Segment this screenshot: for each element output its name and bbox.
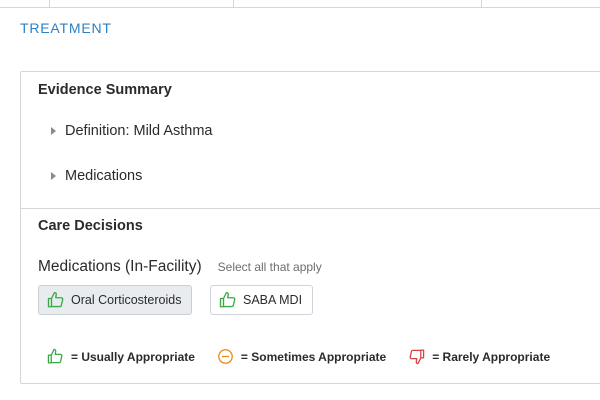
thumbs-up-icon [219, 291, 236, 308]
thumbs-down-icon [409, 349, 425, 365]
select-hint: Select all that apply [217, 260, 322, 274]
medications-group-title: Medications (In-Facility) Select all tha… [38, 258, 322, 276]
care-decisions-heading: Care Decisions [38, 218, 143, 234]
appropriateness-legend: = Usually Appropriate = Sometimes Approp… [47, 348, 572, 365]
tab-divider [49, 0, 50, 7]
panel-divider [21, 208, 600, 209]
medications-title: Medications (In-Facility) [38, 258, 202, 275]
option-oral-corticosteroids[interactable]: Oral Corticosteroids [38, 285, 193, 315]
expander-definition[interactable]: Definition: Mild Asthma [51, 123, 212, 139]
expander-definition-label: Definition: Mild Asthma [65, 123, 213, 139]
legend-usually: = Usually Appropriate [47, 348, 195, 365]
legend-rarely: = Rarely Appropriate [408, 348, 550, 365]
tab-divider [481, 0, 482, 7]
minus-circle-icon [218, 349, 233, 364]
treatment-panel: Evidence Summary Definition: Mild Asthma… [20, 71, 600, 384]
legend-label: = Rarely Appropriate [432, 349, 551, 364]
legend-label: = Sometimes Appropriate [240, 349, 387, 364]
legend-label: = Usually Appropriate [71, 349, 195, 364]
legend-sometimes: = Sometimes Appropriate [217, 348, 386, 365]
option-label: Oral Corticosteroids [71, 293, 182, 307]
evidence-summary-heading: Evidence Summary [38, 82, 172, 98]
section-title: TREATMENT [20, 20, 112, 36]
thumbs-up-icon [47, 348, 63, 364]
caret-right-icon [51, 172, 56, 180]
thumbs-up-icon [47, 291, 64, 308]
caret-right-icon [51, 127, 56, 135]
tab-divider [233, 0, 234, 7]
expander-medications[interactable]: Medications [51, 168, 142, 184]
expander-medications-label: Medications [65, 168, 143, 184]
option-saba-mdi[interactable]: SABA MDI [210, 285, 314, 315]
option-label: SABA MDI [243, 293, 303, 307]
top-tab-strip [0, 0, 600, 8]
